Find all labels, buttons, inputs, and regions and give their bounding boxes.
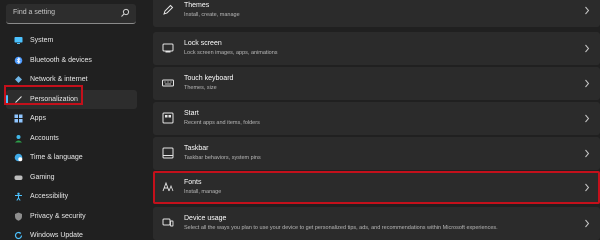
setting-title: Lock screen	[184, 40, 222, 47]
sidebar-item-label: Privacy & security	[30, 212, 86, 220]
lock-screen-icon	[162, 42, 174, 54]
search-box[interactable]: Find a setting	[6, 4, 136, 24]
sidebar-item-privacy[interactable]: Privacy & security	[6, 207, 137, 227]
person-icon	[14, 134, 23, 143]
setting-title: Start	[184, 110, 199, 117]
sidebar-item-system[interactable]: System	[6, 31, 137, 51]
setting-subtitle: Taskbar behaviors, system pins	[184, 155, 261, 161]
sidebar-item-gaming[interactable]: Gaming	[6, 168, 137, 188]
globe-clock-icon	[14, 153, 23, 162]
setting-subtitle: Themes, size	[184, 85, 217, 91]
taskbar-icon	[162, 147, 174, 159]
chevron-right-icon	[584, 79, 590, 88]
setting-subtitle: Install, create, manage	[184, 12, 240, 18]
sidebar-item-label: System	[30, 37, 54, 45]
chevron-right-icon	[584, 149, 590, 158]
settings-list: Themes Install, create, manage Lock scre…	[153, 0, 600, 240]
setting-subtitle: Select all the ways you plan to use your…	[184, 225, 498, 231]
setting-themes[interactable]: Themes Install, create, manage	[153, 0, 600, 27]
update-icon	[14, 231, 23, 240]
sidebar-item-windows-update[interactable]: Windows Update	[6, 226, 137, 240]
chevron-right-icon	[584, 114, 590, 123]
sidebar-item-label: Gaming	[30, 173, 55, 181]
setting-taskbar[interactable]: Taskbar Taskbar behaviors, system pins	[153, 137, 600, 170]
bluetooth-icon	[14, 56, 23, 65]
sidebar-item-label: Accounts	[30, 134, 59, 142]
wifi-icon	[14, 75, 23, 84]
accessibility-icon	[14, 192, 23, 202]
device-usage-icon	[162, 217, 174, 229]
chevron-right-icon	[584, 6, 590, 15]
start-icon	[162, 112, 174, 124]
setting-title: Touch keyboard	[184, 75, 234, 82]
sidebar-item-label: Accessibility	[30, 193, 69, 201]
highlight-fonts	[153, 171, 600, 204]
pen-icon	[162, 4, 174, 16]
sidebar-item-apps[interactable]: Apps	[6, 109, 137, 129]
chevron-right-icon	[584, 44, 590, 53]
search-icon[interactable]	[120, 8, 130, 18]
setting-subtitle: Lock screen images, apps, animations	[184, 50, 278, 56]
sidebar-item-bluetooth[interactable]: Bluetooth & devices	[6, 51, 137, 71]
apps-icon	[14, 114, 23, 123]
sidebar-item-accessibility[interactable]: Accessibility	[6, 187, 137, 207]
gamepad-icon	[14, 173, 23, 182]
setting-title: Themes	[184, 2, 210, 9]
setting-device-usage[interactable]: Device usage Select all the ways you pla…	[153, 207, 600, 240]
sidebar-item-label: Bluetooth & devices	[30, 56, 92, 64]
sidebar-item-label: Network & internet	[30, 76, 88, 84]
keyboard-icon	[162, 77, 174, 89]
monitor-icon	[14, 36, 23, 45]
setting-start[interactable]: Start Recent apps and items, folders	[153, 102, 600, 135]
setting-touch-keyboard[interactable]: Touch keyboard Themes, size	[153, 67, 600, 100]
sidebar-item-label: Time & language	[30, 154, 83, 162]
sidebar-item-accounts[interactable]: Accounts	[6, 129, 137, 149]
chevron-right-icon	[584, 219, 590, 228]
sidebar: Find a setting System Bluetooth & device…	[0, 0, 145, 240]
sidebar-item-time-language[interactable]: Time & language	[6, 148, 137, 168]
highlight-personalization	[4, 85, 83, 105]
setting-lock-screen[interactable]: Lock screen Lock screen images, apps, an…	[153, 32, 600, 65]
shield-icon	[14, 212, 23, 221]
search-input[interactable]: Find a setting	[13, 9, 55, 16]
setting-title: Device usage	[184, 215, 227, 222]
sidebar-item-label: Windows Update	[30, 232, 83, 240]
setting-subtitle: Recent apps and items, folders	[184, 120, 260, 126]
sidebar-item-label: Apps	[30, 115, 46, 123]
sidebar-nav: System Bluetooth & devices Network & int…	[6, 31, 137, 240]
setting-title: Taskbar	[184, 145, 209, 152]
